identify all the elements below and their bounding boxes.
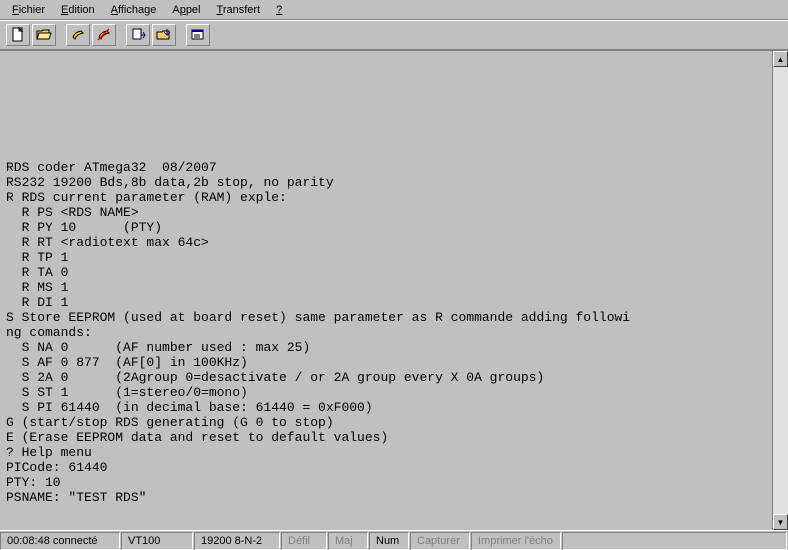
vertical-scrollbar[interactable]: ▲ ▼ — [772, 51, 788, 530]
menu-help-label: ? — [276, 4, 282, 16]
status-caps: Maj — [328, 532, 368, 550]
menu-transfer-label: ransfert — [223, 4, 260, 16]
menu-edit[interactable]: Edition — [53, 2, 103, 18]
new-file-icon — [10, 27, 26, 43]
menu-view-label: ffichage — [118, 4, 156, 16]
scroll-up-button[interactable]: ▲ — [773, 51, 788, 67]
receive-icon — [156, 27, 172, 43]
menu-file-label: ichier — [19, 4, 45, 16]
status-filler — [562, 532, 787, 550]
toolbar — [0, 20, 788, 50]
status-emulation: VT100 — [121, 532, 193, 550]
menu-bar: Fichier Edition Affichage Appel Transfer… — [0, 0, 788, 20]
scroll-track[interactable] — [773, 67, 788, 514]
menu-help[interactable]: ? — [268, 2, 290, 18]
status-port: 19200 8-N-2 — [194, 532, 280, 550]
properties-icon — [190, 27, 206, 43]
properties-button[interactable] — [186, 24, 210, 46]
disconnect-button[interactable] — [92, 24, 116, 46]
open-file-icon — [36, 27, 52, 43]
send-icon — [130, 27, 146, 43]
menu-call[interactable]: Appel — [164, 2, 208, 18]
menu-edit-label: dition — [68, 4, 94, 16]
receive-button[interactable] — [152, 24, 176, 46]
open-button[interactable] — [32, 24, 56, 46]
call-button[interactable] — [66, 24, 90, 46]
status-num: Num — [369, 532, 409, 550]
menu-call-label: pel — [186, 4, 201, 16]
status-scroll: Défil — [281, 532, 327, 550]
call-icon — [70, 27, 86, 43]
menu-file[interactable]: Fichier — [4, 2, 53, 18]
terminal-output[interactable]: RDS coder ATmega32 08/2007 RS232 19200 B… — [0, 51, 772, 530]
status-capture: Capturer — [410, 532, 470, 550]
menu-transfer[interactable]: Transfert — [209, 2, 269, 18]
send-button[interactable] — [126, 24, 150, 46]
terminal-area: RDS coder ATmega32 08/2007 RS232 19200 B… — [0, 50, 788, 530]
status-bar: 00:08:48 connecté VT100 19200 8-N-2 Défi… — [0, 530, 788, 550]
status-echo: Imprimer l'écho — [471, 532, 561, 550]
scroll-down-button[interactable]: ▼ — [773, 514, 788, 530]
new-button[interactable] — [6, 24, 30, 46]
menu-view[interactable]: Affichage — [103, 2, 165, 18]
disconnect-icon — [96, 27, 112, 43]
status-time: 00:08:48 connecté — [0, 532, 120, 550]
